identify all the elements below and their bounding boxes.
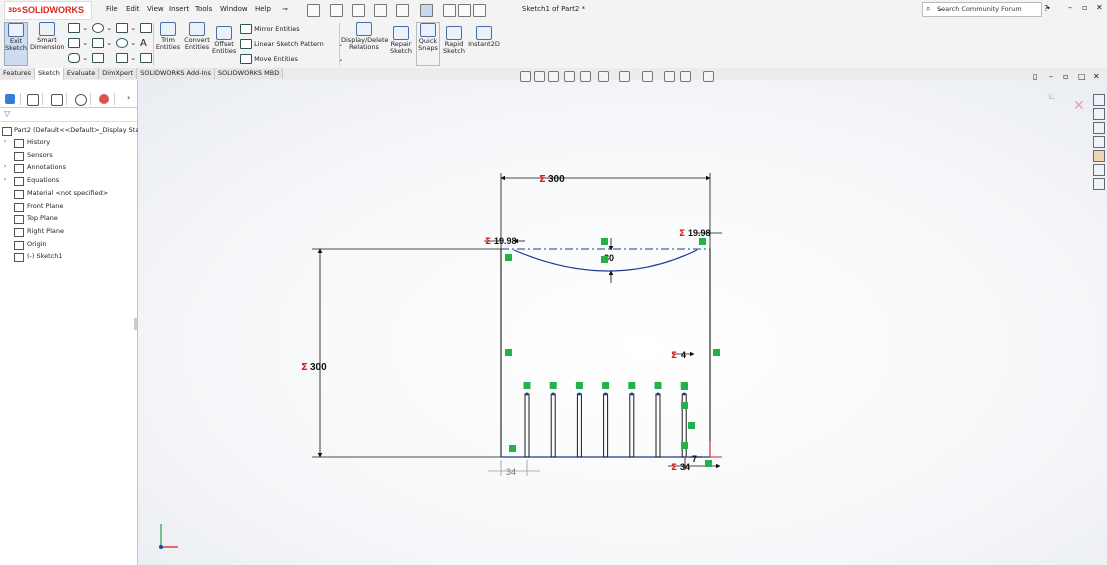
- relation-marker[interactable]: [688, 422, 695, 429]
- sketch-drawing[interactable]: Σ 300 Σ 300 30 Σ 19.98 Σ 19.98 Σ 4 34 7 …: [0, 0, 1107, 565]
- sigma-symbol: Σ: [485, 237, 491, 247]
- relation-marker[interactable]: [505, 349, 512, 356]
- sketch-point[interactable]: [630, 392, 634, 396]
- relation-marker[interactable]: [549, 382, 557, 389]
- relation-marker[interactable]: [601, 256, 608, 263]
- relation-marker[interactable]: [601, 238, 608, 245]
- sigma-symbol: Σ: [671, 351, 677, 361]
- sketch-point[interactable]: [525, 392, 529, 396]
- dimension-bottom-right-text[interactable]: 34: [680, 462, 690, 472]
- relation-marker[interactable]: [575, 382, 583, 389]
- sketch-point[interactable]: [604, 392, 608, 396]
- relation-marker[interactable]: [523, 382, 531, 389]
- relation-marker[interactable]: [654, 382, 662, 389]
- dimension-width-text[interactable]: 300: [548, 174, 565, 185]
- slot[interactable]: [576, 393, 582, 458]
- sigma-symbol: Σ: [671, 463, 677, 473]
- sigma-symbol: Σ: [539, 174, 546, 185]
- relation-marker[interactable]: [699, 238, 706, 245]
- slot-pattern[interactable]: [523, 382, 688, 458]
- relation-marker[interactable]: [713, 349, 720, 356]
- relation-marker[interactable]: [681, 442, 688, 449]
- sketch-point[interactable]: [551, 392, 555, 396]
- dimension-slot-width-text[interactable]: 7: [692, 454, 697, 464]
- slot[interactable]: [629, 393, 635, 458]
- relation-marker[interactable]: [602, 382, 610, 389]
- dimension-slot-gap-text[interactable]: 4: [681, 350, 686, 360]
- slot[interactable]: [550, 393, 556, 458]
- sketch-point[interactable]: [577, 392, 581, 396]
- dimension-bottom-left-text[interactable]: 34: [506, 467, 516, 477]
- slot[interactable]: [655, 393, 661, 458]
- slot[interactable]: [603, 393, 609, 458]
- relation-marker[interactable]: [509, 445, 516, 452]
- triad-origin: [159, 545, 163, 549]
- slot[interactable]: [524, 393, 530, 458]
- relation-marker[interactable]: [705, 460, 712, 467]
- sigma-symbol: Σ: [301, 362, 308, 373]
- dimension-left-offset-text[interactable]: 19.98: [494, 236, 517, 246]
- relation-marker[interactable]: [628, 382, 636, 389]
- relation-marker[interactable]: [681, 383, 688, 390]
- dimension-height-text[interactable]: 300: [310, 362, 327, 373]
- relation-marker[interactable]: [505, 254, 512, 261]
- sigma-symbol: Σ: [679, 229, 685, 239]
- sketch-point[interactable]: [682, 392, 686, 396]
- relation-marker[interactable]: [681, 402, 688, 409]
- sketch-point[interactable]: [656, 392, 660, 396]
- dimension-right-offset-text[interactable]: 19.98: [688, 228, 711, 238]
